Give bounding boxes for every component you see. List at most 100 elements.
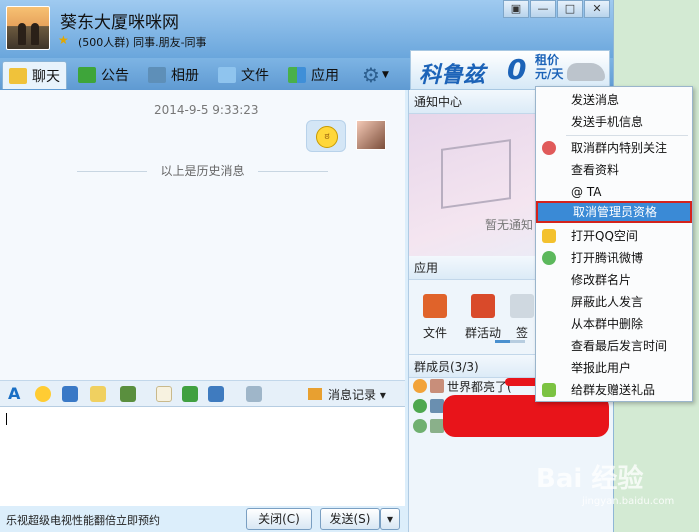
gear-icon: ⚙ [362, 63, 380, 87]
bottom-bar: 乐视超级电视性能翻倍立即预约 关闭(C) 发送(S) ▾ [0, 506, 405, 532]
send-button[interactable]: 发送(S) [320, 508, 380, 530]
menu-item-revoke-admin[interactable]: 取消管理员资格 [536, 201, 692, 223]
edit-icon[interactable] [90, 386, 106, 402]
skin-button[interactable]: ▣ [503, 0, 529, 18]
empty-box-icon [441, 139, 511, 209]
menu-item-edit-card[interactable]: 修改群名片 [536, 269, 692, 291]
menu-item-label: 打开腾讯微博 [571, 251, 644, 265]
member-avatar [430, 399, 444, 413]
send-options-button[interactable]: ▾ [380, 508, 400, 530]
group-subtitle: (500人群) 同事.朋友-同事 [78, 36, 207, 49]
tab-label: 公告 [101, 68, 129, 84]
history-divider: 以上是历史消息 [0, 162, 405, 179]
apps-pager[interactable] [495, 340, 525, 343]
shake-icon[interactable] [62, 386, 78, 402]
menu-item-last-speak-time[interactable]: 查看最后发言时间 [536, 335, 692, 357]
member-context-menu: 发送消息 发送手机信息 取消群内特别关注 查看资料 @ TA 取消管理员资格 打… [535, 86, 693, 402]
message-input[interactable] [0, 406, 405, 506]
tab-files[interactable]: 文件 [218, 61, 269, 89]
tab-chat[interactable]: 聊天 [2, 61, 67, 89]
ad-zero: 0 [507, 53, 527, 86]
input-toolbar: A 消息记录 ▾ [0, 380, 405, 406]
megaphone-icon [78, 67, 96, 83]
tab-announcement[interactable]: 公告 [78, 61, 129, 89]
settings-menu[interactable]: ⚙ ▼ [362, 61, 389, 89]
menu-separator [566, 135, 688, 136]
message-log-button[interactable]: 消息记录 ▾ [308, 386, 386, 403]
menu-item-open-qzone[interactable]: 打开QQ空间 [536, 225, 692, 247]
tab-label: 相册 [171, 68, 199, 84]
album-icon [148, 67, 166, 83]
app-group-activity[interactable]: 群活动 [461, 294, 505, 341]
window-controls: ▣ — □ ✕ [502, 0, 610, 18]
weibo-icon [542, 251, 556, 265]
app-files[interactable]: 文件 [413, 294, 457, 341]
car-image [567, 63, 605, 81]
close-window-button[interactable]: ✕ [584, 0, 610, 18]
close-button[interactable]: 关闭(C) [246, 508, 312, 530]
menu-item-remove-member[interactable]: 从本群中删除 [536, 313, 692, 335]
tab-label: 聊天 [32, 68, 60, 85]
confused-face-icon: ಠ [316, 126, 338, 148]
member-item[interactable] [413, 416, 447, 436]
app-signin[interactable]: 签 [509, 294, 535, 341]
image-icon[interactable] [120, 386, 136, 402]
folder-icon [218, 67, 236, 83]
menu-item-view-profile[interactable]: 查看资料 [536, 159, 692, 181]
message-bubble: ಠ [306, 120, 346, 152]
tab-apps[interactable]: 应用 [288, 61, 339, 89]
file-app-icon [423, 294, 447, 318]
app-label: 群活动 [464, 326, 501, 340]
member-item[interactable]: 世界都亮了( [413, 376, 512, 396]
emoji-icon[interactable] [35, 386, 51, 402]
ad-banner[interactable]: 科鲁兹 0 租价 元/天 [410, 50, 610, 90]
chevron-down-icon: ▼ [381, 70, 389, 80]
screenshot-icon[interactable] [208, 386, 224, 402]
chat-history[interactable]: 2014-9-5 9:33:23 ಠ 以上是历史消息 [0, 90, 405, 380]
menu-item-mute-user[interactable]: 屏蔽此人发言 [536, 291, 692, 313]
flag-app-icon [471, 294, 495, 318]
menu-item-label: 给群友赠送礼品 [571, 383, 656, 397]
member-item[interactable] [413, 396, 447, 416]
ad-brand: 科鲁兹 [419, 63, 486, 88]
baidu-watermark: Bai 经验 [536, 464, 644, 494]
tab-label: 文件 [241, 68, 269, 84]
avatar-figure-right [31, 23, 39, 45]
tab-album[interactable]: 相册 [148, 61, 199, 89]
owner-icon [413, 379, 427, 393]
more-tools-icon[interactable] [246, 386, 262, 402]
menu-item-send-gift[interactable]: 给群友赠送礼品 [536, 379, 692, 401]
member-status-icon [413, 419, 427, 433]
music-icon[interactable] [182, 386, 198, 402]
member-avatar [430, 379, 444, 393]
message-timestamp: 2014-9-5 9:33:23 [154, 103, 259, 117]
signin-app-icon [510, 294, 534, 318]
group-name: 葵东大厦咪咪网 [60, 13, 179, 33]
sender-avatar[interactable] [356, 120, 386, 150]
promo-link[interactable]: 乐视超级电视性能翻倍立即预约 [6, 512, 160, 528]
qq-group-chat-window: 葵东大厦咪咪网 ★ (500人群) 同事.朋友-同事 ▣ — □ ✕ 聊天 公告… [0, 0, 614, 532]
group-avatar[interactable] [6, 6, 50, 50]
message-log-label: 消息记录 [328, 388, 377, 402]
gift-icon [542, 383, 556, 397]
menu-item-cancel-special-follow[interactable]: 取消群内特别关注 [536, 137, 692, 159]
text-caret [6, 413, 7, 425]
maximize-button[interactable]: □ [557, 0, 583, 18]
menu-item-send-message[interactable]: 发送消息 [536, 89, 692, 111]
menu-item-open-weibo[interactable]: 打开腾讯微博 [536, 247, 692, 269]
menu-item-send-sms[interactable]: 发送手机信息 [536, 111, 692, 133]
font-icon[interactable]: A [8, 386, 24, 402]
admin-icon [413, 399, 427, 413]
star-icon: ★ [58, 33, 69, 47]
notify-empty-label: 暂无通知 [485, 218, 534, 232]
minimize-button[interactable]: — [530, 0, 556, 18]
baidu-watermark-url: jingyan.baidu.com [582, 496, 675, 507]
star-icon [542, 229, 556, 243]
note-icon[interactable] [156, 386, 172, 402]
member-name: 世界都亮了( [447, 379, 512, 394]
menu-item-at-ta[interactable]: @ TA [536, 181, 692, 203]
menu-item-report-user[interactable]: 举报此用户 [536, 357, 692, 379]
apps-icon [288, 67, 306, 83]
heart-icon [542, 141, 556, 155]
log-icon [308, 388, 322, 400]
